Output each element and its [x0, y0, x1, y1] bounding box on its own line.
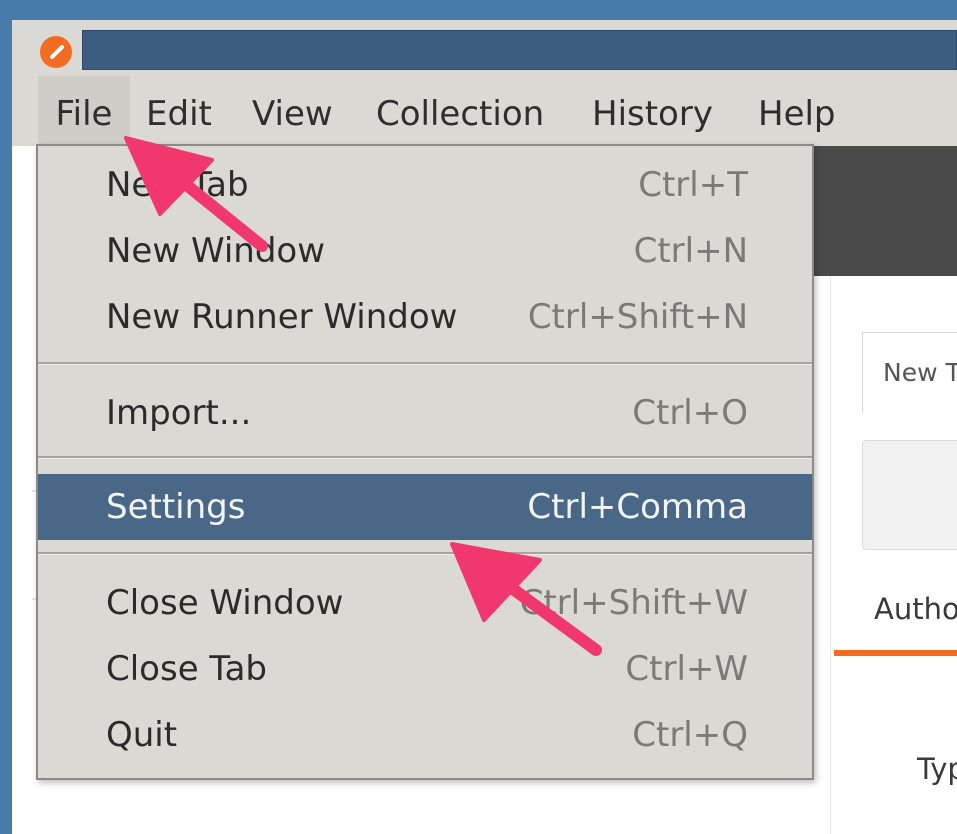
menu-item-label: Import...	[106, 393, 252, 433]
postman-app-icon	[40, 36, 72, 68]
menu-item-quit[interactable]: Quit Ctrl+Q	[38, 702, 812, 768]
menu-item-label: Quit	[106, 715, 178, 755]
active-tab-underline	[834, 650, 957, 656]
pane-divider	[830, 276, 831, 834]
menu-item-label: New Window	[106, 231, 326, 271]
menu-item-label: Close Tab	[106, 649, 267, 689]
app-window: File Edit View Collection History Help N…	[12, 20, 957, 834]
menu-separator	[38, 552, 812, 555]
menu-history[interactable]: History	[592, 76, 713, 146]
menu-item-close-tab[interactable]: Close Tab Ctrl+W	[38, 636, 812, 702]
title-bar	[12, 20, 957, 76]
menu-item-new-runner-window[interactable]: New Runner Window Ctrl+Shift+N	[38, 284, 812, 350]
menu-item-shortcut: Ctrl+Shift+N	[527, 297, 748, 337]
menu-separator	[38, 362, 812, 365]
menu-item-close-window[interactable]: Close Window Ctrl+Shift+W	[38, 570, 812, 636]
menu-collection[interactable]: Collection	[376, 76, 544, 146]
menu-item-shortcut: Ctrl+N	[633, 231, 748, 271]
method-button[interactable]	[862, 440, 957, 550]
menu-item-label: New Tab	[106, 165, 249, 205]
menu-bar: File Edit View Collection History Help	[12, 76, 957, 146]
menu-item-new-window[interactable]: New Window Ctrl+N	[38, 218, 812, 284]
menu-edit[interactable]: Edit	[146, 76, 212, 146]
window-title	[82, 30, 957, 70]
menu-help[interactable]: Help	[758, 76, 836, 146]
menu-item-settings[interactable]: Settings Ctrl+Comma	[38, 474, 812, 540]
menu-item-label: New Runner Window	[106, 297, 458, 337]
request-tab[interactable]: New T	[862, 332, 957, 412]
menu-file[interactable]: File	[38, 76, 130, 146]
menu-view[interactable]: View	[252, 76, 333, 146]
menu-item-shortcut: Ctrl+O	[632, 393, 748, 433]
menu-item-label: Close Window	[106, 583, 344, 623]
menu-item-new-tab[interactable]: New Tab Ctrl+T	[38, 152, 812, 218]
menu-item-shortcut: Ctrl+Comma	[527, 487, 748, 527]
menu-item-label: Settings	[106, 487, 246, 527]
menu-item-shortcut: Ctrl+Q	[632, 715, 748, 755]
menu-separator	[38, 456, 812, 459]
menu-item-shortcut: Ctrl+Shift+W	[519, 583, 748, 623]
file-menu-dropdown: New Tab Ctrl+T New Window Ctrl+N New Run…	[36, 144, 814, 780]
authorization-tab[interactable]: Autho	[874, 592, 957, 626]
menu-item-shortcut: Ctrl+T	[638, 165, 748, 205]
menu-item-import[interactable]: Import... Ctrl+O	[38, 380, 812, 446]
type-label: Typ	[917, 752, 957, 786]
menu-item-shortcut: Ctrl+W	[625, 649, 748, 689]
